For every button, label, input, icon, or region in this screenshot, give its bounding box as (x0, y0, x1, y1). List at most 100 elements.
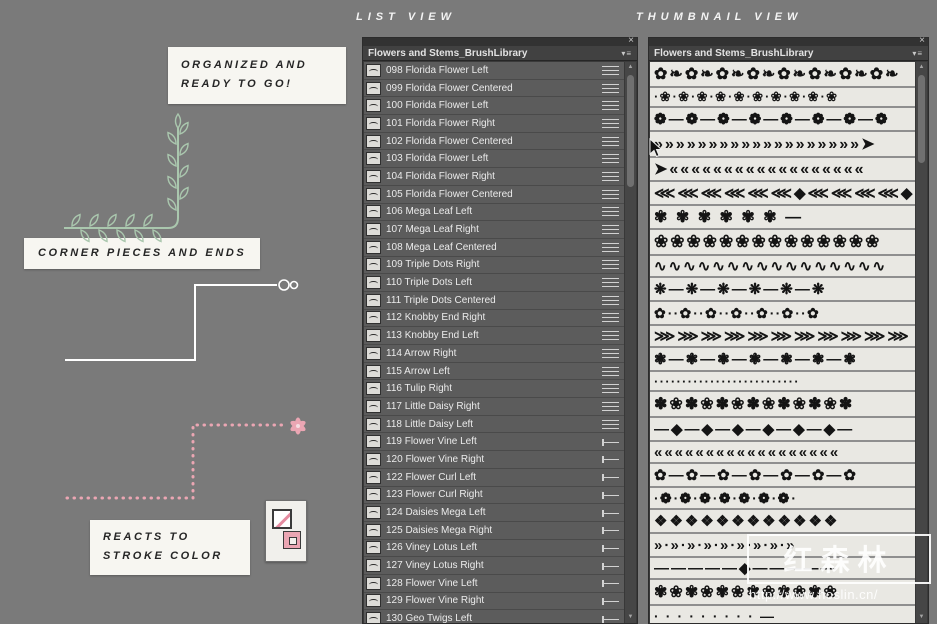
brush-list-item[interactable]: 127 Viney Lotus Right (364, 557, 624, 575)
brush-thumbnail-row[interactable]: ➤«««««««««««««««««« (650, 158, 915, 182)
close-icon[interactable]: × (628, 35, 634, 47)
art-brush-icon (602, 527, 619, 535)
scroll-down-icon[interactable]: ▼ (625, 612, 636, 623)
stroke-swatch[interactable] (283, 531, 301, 549)
art-brush-icon (602, 509, 619, 517)
brush-label: 124 Daisies Mega Left (386, 507, 486, 519)
brush-thumbnail-row[interactable]: ❖❖❖❖❖❖❖❖❖❖❖❖ (650, 510, 915, 534)
scatter-brush-icon (602, 366, 619, 376)
scroll-down-icon[interactable]: ▼ (916, 612, 927, 623)
brush-thumbnail-row[interactable]: ∙❁∙❁∙❁∙❁∙❁∙❁∙❁∙ (650, 488, 915, 510)
brush-list-item[interactable]: 128 Flower Vine Left (364, 574, 624, 593)
art-brush-icon (602, 562, 619, 570)
panel-menu-icon[interactable]: ▾≡ (912, 49, 923, 58)
brush-list-item[interactable]: 101 Florida Flower Right (364, 115, 624, 133)
brush-mini-preview (366, 81, 381, 95)
brush-mini-preview (366, 311, 381, 325)
brush-thumbnail-row[interactable]: ✿❧✿❧✿❧✿❧✿❧✿❧✿❧✿❧ (650, 62, 915, 88)
brush-label: 123 Flower Curl Right (386, 489, 483, 501)
thumb-panel-tab[interactable]: Flowers and Stems_BrushLibrary ▾≡ (649, 46, 928, 61)
brush-list-item[interactable]: 107 Mega Leaf Right (364, 221, 624, 239)
brush-label: 104 Florida Flower Right (386, 170, 495, 182)
fill-stroke-widget[interactable] (265, 500, 307, 562)
brush-list-item[interactable]: 115 Arrow Left (364, 362, 624, 381)
brush-library-promo-screen: { "headers": { "list_view": "LIST VIEW",… (0, 0, 937, 624)
brush-thumbnail-row[interactable]: ❋—❋—❋—❋—❋—❋ (650, 278, 915, 302)
brush-mini-preview (366, 293, 381, 307)
brush-list-item[interactable]: 126 Viney Lotus Left (364, 539, 624, 558)
brush-list-item[interactable]: 110 Triple Dots Left (364, 274, 624, 292)
brush-mini-preview (366, 169, 381, 183)
brush-list-item[interactable]: 117 Little Daisy Right (364, 398, 624, 416)
brush-thumbnail-row[interactable]: ∙ ∙ ∙ ∙ ∙ ∙ ∙ ∙ ∙ — (650, 606, 915, 623)
brush-label: 108 Mega Leaf Centered (386, 241, 497, 253)
brush-list-item[interactable]: 120 Flower Vine Right (364, 451, 624, 469)
brush-label: 106 Mega Leaf Left (386, 206, 473, 218)
brush-list-item[interactable]: 124 Daisies Mega Left (364, 504, 624, 522)
brush-list-item[interactable]: 104 Florida Flower Right (364, 168, 624, 186)
close-icon[interactable]: × (919, 35, 925, 47)
brush-list-item[interactable]: 130 Geo Twigs Left (364, 610, 624, 623)
white-corner-end-graphic (65, 278, 305, 370)
brush-mini-preview (366, 63, 381, 77)
brush-list-item[interactable]: 099 Florida Flower Centered (364, 79, 624, 98)
brush-thumbnail-row[interactable]: ❀❀❀❀❀❀❀❀❀❀❀❀❀❀ (650, 230, 915, 256)
scatter-brush-icon (602, 65, 619, 75)
panel-menu-icon[interactable]: ▾≡ (621, 49, 632, 58)
brush-list-item[interactable]: 129 Flower Vine Right (364, 592, 624, 611)
brush-list-item[interactable]: 108 Mega Leaf Centered (364, 238, 624, 257)
list-panel-tab[interactable]: Flowers and Stems_BrushLibrary ▾≡ (363, 46, 637, 61)
brush-list-item[interactable]: 111 Triple Dots Centered (364, 291, 624, 310)
brush-thumbnail-row[interactable]: ❃—❃—❃—❃—❃—❃—❃ (650, 348, 915, 372)
watermark-name: 红森林 (747, 534, 931, 584)
scatter-brush-icon (602, 118, 619, 128)
brush-thumbnail-row[interactable]: ✽❀✽❀✽❀✽❀✽❀✽❀✽ (650, 392, 915, 418)
brush-list-item[interactable]: 113 Knobby End Left (364, 327, 624, 345)
brush-thumbnail-row[interactable]: ∿∿∿∿∿∿∿∿∿∿∿∿∿∿∿∿ (650, 256, 915, 278)
brush-list-item[interactable]: 102 Florida Flower Centered (364, 132, 624, 151)
brush-label: 125 Daisies Mega Right (386, 524, 493, 536)
list-scrollbar[interactable]: ▲ ▼ (624, 62, 636, 623)
brush-label: 129 Flower Vine Right (386, 595, 485, 607)
brush-thumbnail-row[interactable]: ✾ ✾ ✾ ✾ ✾ ✾ — (650, 206, 915, 230)
brush-list-item[interactable]: 098 Florida Flower Left (364, 62, 624, 80)
brush-list-item[interactable]: 106 Mega Leaf Left (364, 203, 624, 222)
brush-list-item[interactable]: 116 Tulip Right (364, 380, 624, 399)
brush-list-item[interactable]: 100 Florida Flower Left (364, 97, 624, 116)
pink-dotted-corner-graphic (65, 417, 317, 508)
brush-list-item[interactable]: 109 Triple Dots Right (364, 256, 624, 275)
scroll-up-icon[interactable]: ▲ (916, 62, 927, 73)
brush-thumbnail-row[interactable]: ✿—✿—✿—✿—✿—✿—✿ (650, 464, 915, 488)
brush-list-item[interactable]: 103 Florida Flower Left (364, 150, 624, 169)
brush-mini-preview (366, 329, 381, 343)
brush-list-item[interactable]: 119 Flower Vine Left (364, 433, 624, 452)
brush-thumbnail-row[interactable]: ✿∙∙✿∙∙✿∙∙✿∙∙✿∙∙✿∙∙✿ (650, 302, 915, 326)
brush-label: 110 Triple Dots Left (386, 277, 472, 289)
brush-thumbnail-row[interactable]: »»»»»»»»»»»»»»»»»»»➤ (650, 132, 915, 158)
brush-thumbnail-row[interactable]: —◆—◆—◆—◆—◆—◆— (650, 418, 915, 442)
brush-list-item[interactable]: 122 Flower Curl Left (364, 468, 624, 487)
brush-mini-preview (366, 594, 381, 608)
brush-list-item[interactable]: 114 Arrow Right (364, 345, 624, 363)
scrollbar-thumb[interactable] (918, 75, 925, 163)
scrollbar-thumb[interactable] (627, 75, 634, 187)
brush-thumbnail-row[interactable]: «««««««««««««««««« (650, 442, 915, 464)
brush-thumbnail-row[interactable]: ∙❀∙❀∙❀∙❀∙❀∙❀∙❀∙❀∙❀∙❀ (650, 88, 915, 108)
brush-thumbnail-row[interactable]: ⋙⋙⋙⋙⋙⋙⋙⋙⋙⋙⋙ (650, 326, 915, 348)
brush-thumbnail-row[interactable]: ⋘⋘⋘⋘⋘⋘◆⋘⋘⋘⋘◆ — (650, 182, 915, 206)
brush-label: 118 Little Daisy Left (386, 418, 474, 430)
brush-list-item[interactable]: 112 Knobby End Right (364, 309, 624, 328)
brush-list-item[interactable]: 125 Daisies Mega Right (364, 521, 624, 540)
brush-list-item[interactable]: 123 Flower Curl Right (364, 486, 624, 505)
brush-list-item[interactable]: 118 Little Daisy Left (364, 415, 624, 434)
scroll-up-icon[interactable]: ▲ (625, 62, 636, 73)
scatter-brush-icon (602, 136, 619, 146)
brush-thumbnail-row[interactable]: ❁—❁—❁—❁—❁—❁—❁—❁ (650, 108, 915, 132)
brush-list-item[interactable]: 105 Florida Flower Centered (364, 185, 624, 204)
brush-thumbnail-row[interactable]: ∙∙∙∙∙∙∙∙∙∙∙∙∙∙∙∙∙∙∙∙∙∙∙∙∙∙ (650, 372, 915, 392)
brush-mini-preview (366, 612, 381, 623)
brush-mini-preview (366, 382, 381, 396)
fill-swatch[interactable] (272, 509, 292, 529)
brush-label: 098 Florida Flower Left (386, 64, 489, 76)
art-brush-icon (602, 491, 619, 499)
